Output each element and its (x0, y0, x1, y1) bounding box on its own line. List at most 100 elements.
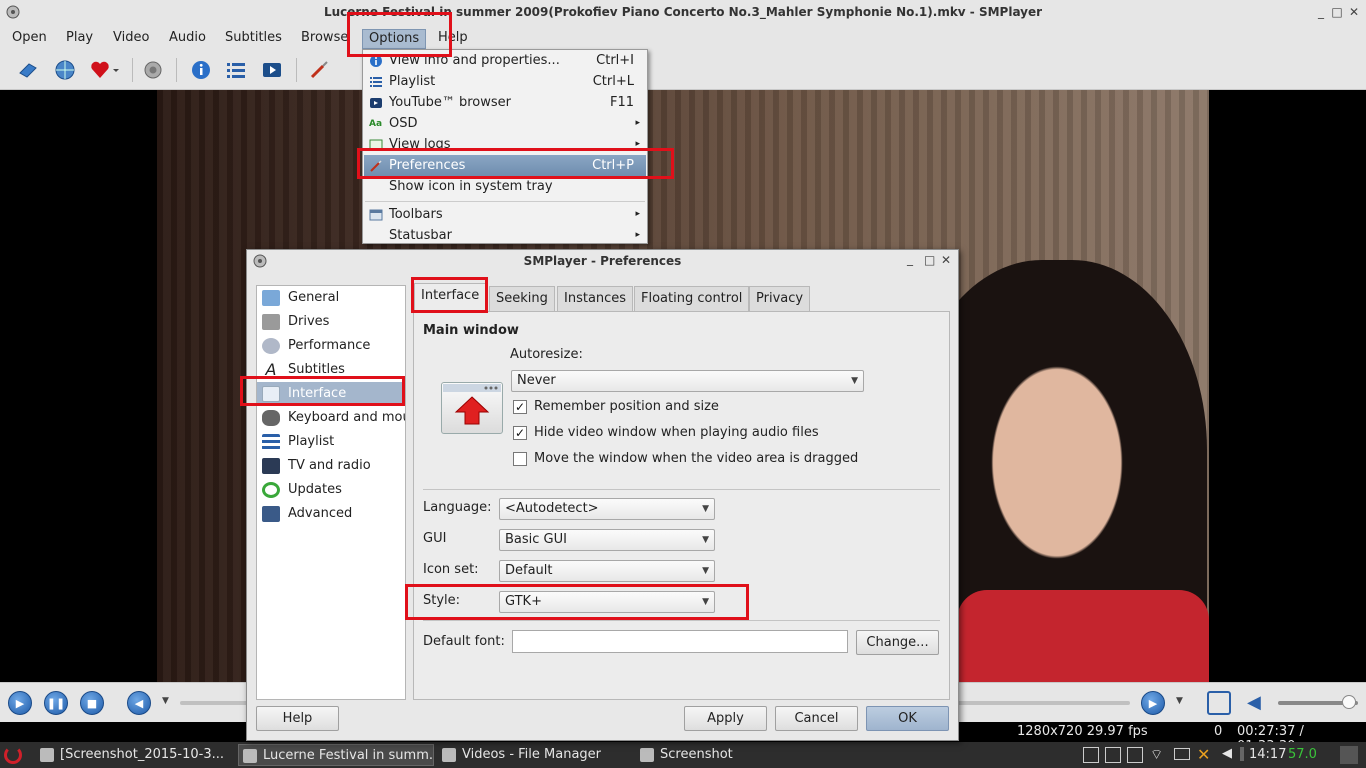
tab-privacy[interactable]: Privacy (749, 286, 811, 311)
open-url-icon[interactable] (53, 58, 77, 82)
category-drives[interactable]: Drives (257, 310, 405, 334)
display-icon[interactable] (1127, 747, 1143, 763)
change-font-button[interactable]: Change... (856, 630, 939, 655)
menu-item-statusbar[interactable]: Statusbar ▸ (364, 225, 646, 246)
remember-position-checkbox[interactable]: ✓ (513, 400, 527, 414)
category-playlist[interactable]: Playlist (257, 430, 405, 454)
category-interface[interactable]: Interface (257, 382, 405, 406)
update-notifier-icon[interactable]: ✕ (1197, 745, 1210, 764)
menu-item-view-info[interactable]: View info and properties... Ctrl+I (364, 50, 646, 71)
menu-item-playlist[interactable]: Playlist Ctrl+L (364, 71, 646, 92)
iconset-combo[interactable]: Default ▼ (499, 560, 715, 582)
menu-item-osd[interactable]: Aa OSD ▸ (364, 113, 646, 134)
tab-interface[interactable]: Interface (414, 283, 487, 311)
default-font-field[interactable] (512, 630, 848, 653)
tasklist-icon[interactable] (1105, 747, 1121, 763)
menu-item-shortcut: Ctrl+P (592, 158, 634, 173)
menu-item-youtube-browser[interactable]: YouTube™ browser F11 (364, 92, 646, 113)
menu-item-toolbars[interactable]: Toolbars ▸ (364, 204, 646, 225)
minimize-icon[interactable]: _ (1314, 5, 1328, 19)
category-subtitles[interactable]: A Subtitles (257, 358, 405, 382)
category-label: Keyboard and mou (288, 410, 406, 425)
menu-item-view-logs[interactable]: View logs ▸ (364, 134, 646, 155)
keyboard-icon (262, 410, 280, 426)
category-updates[interactable]: Updates (257, 478, 405, 502)
menu-open[interactable]: Open (6, 29, 53, 49)
keyboard-icon[interactable] (1174, 748, 1190, 760)
menu-video[interactable]: Video (107, 29, 155, 49)
menu-options[interactable]: Options (362, 29, 427, 49)
stop-icon[interactable]: ■ (80, 691, 104, 715)
open-file-icon[interactable] (16, 58, 40, 82)
category-general[interactable]: General (257, 286, 405, 310)
wifi-icon[interactable]: ⌔ (1150, 746, 1163, 764)
maximize-icon[interactable]: □ (1330, 5, 1344, 19)
menu-item-shortcut: Ctrl+L (592, 74, 634, 89)
menu-play[interactable]: Play (60, 29, 99, 49)
taskbar: [Screenshot_2015-10-3... Lucerne Festiva… (0, 742, 1366, 768)
tab-seeking[interactable]: Seeking (489, 286, 555, 311)
pause-icon[interactable]: ❚❚ (44, 691, 68, 715)
task-screenshot[interactable]: Screenshot (636, 744, 832, 766)
ok-button[interactable]: OK (866, 706, 949, 731)
task-editor[interactable]: [Screenshot_2015-10-3... (36, 744, 232, 766)
options-menu: View info and properties... Ctrl+I Playli… (362, 49, 648, 244)
apply-button[interactable]: Apply (684, 706, 767, 731)
hide-video-checkbox[interactable]: ✓ (513, 426, 527, 440)
play-icon[interactable]: ▶ (8, 691, 32, 715)
dialog-maximize-icon[interactable]: □ (924, 253, 935, 267)
task-file-manager-label: Videos - File Manager (462, 747, 602, 762)
toolbars-icon (369, 209, 383, 221)
task-file-manager[interactable]: Videos - File Manager (438, 744, 634, 766)
favorites-icon[interactable] (88, 58, 122, 82)
move-window-checkbox[interactable] (513, 452, 527, 466)
category-performance[interactable]: Performance (257, 334, 405, 358)
volume-icon[interactable]: ◀ (1247, 692, 1267, 714)
start-menu-icon[interactable] (4, 746, 22, 764)
volume-tray-icon[interactable]: ◀ (1222, 746, 1232, 761)
fullscreen-icon[interactable] (1207, 691, 1231, 715)
menu-browse[interactable]: Browse (295, 29, 354, 49)
tab-instances[interactable]: Instances (557, 286, 634, 311)
rewind-icon[interactable]: ◀ (127, 691, 151, 715)
screenshot-icon[interactable] (141, 58, 165, 82)
close-icon[interactable]: ✕ (1347, 5, 1361, 19)
menu-item-label: View logs (389, 137, 451, 152)
preferences-icon[interactable] (307, 58, 331, 82)
workspace-icon[interactable] (1083, 747, 1099, 763)
menu-subtitles[interactable]: Subtitles (219, 29, 288, 49)
rewind-menu-icon[interactable]: ▼ (162, 696, 169, 706)
category-advanced[interactable]: Advanced (257, 502, 405, 526)
clock[interactable]: 14:17 (1249, 747, 1286, 762)
tab-floating-control[interactable]: Floating control (634, 286, 750, 311)
video-icon[interactable] (260, 58, 284, 82)
cancel-button[interactable]: Cancel (775, 706, 858, 731)
autoresize-combo[interactable]: Never ▼ (511, 370, 864, 392)
category-label: Interface (288, 386, 347, 401)
playlist-icon[interactable] (224, 58, 248, 82)
preferences-icon (370, 160, 382, 172)
menu-item-show-tray-icon[interactable]: Show icon in system tray (364, 176, 646, 197)
tv-icon (262, 458, 280, 474)
task-smplayer[interactable]: Lucerne Festival in summ... (238, 744, 434, 766)
interface-icon (262, 386, 280, 402)
dialog-minimize-icon[interactable]: _ (907, 252, 913, 266)
menu-help[interactable]: Help (432, 29, 474, 49)
submenu-arrow-icon: ▸ (635, 209, 640, 219)
help-button[interactable]: Help (256, 706, 339, 731)
category-keyboard[interactable]: Keyboard and mou (257, 406, 406, 430)
style-combo[interactable]: GTK+ ▼ (499, 591, 715, 613)
menu-item-label: Show icon in system tray (389, 179, 553, 194)
forward-icon[interactable]: ▶ (1141, 691, 1165, 715)
dialog-close-icon[interactable]: ✕ (941, 253, 951, 267)
language-combo[interactable]: <Autodetect> ▼ (499, 498, 715, 520)
volume-knob[interactable] (1342, 695, 1356, 709)
menu-item-preferences[interactable]: Preferences Ctrl+P (364, 155, 646, 176)
forward-menu-icon[interactable]: ▼ (1176, 696, 1183, 706)
gui-value: Basic GUI (505, 532, 567, 547)
info-icon[interactable] (189, 58, 213, 82)
category-tv-radio[interactable]: TV and radio (257, 454, 405, 478)
category-label: General (288, 290, 340, 305)
gui-combo[interactable]: Basic GUI ▼ (499, 529, 715, 551)
menu-audio[interactable]: Audio (163, 29, 212, 49)
